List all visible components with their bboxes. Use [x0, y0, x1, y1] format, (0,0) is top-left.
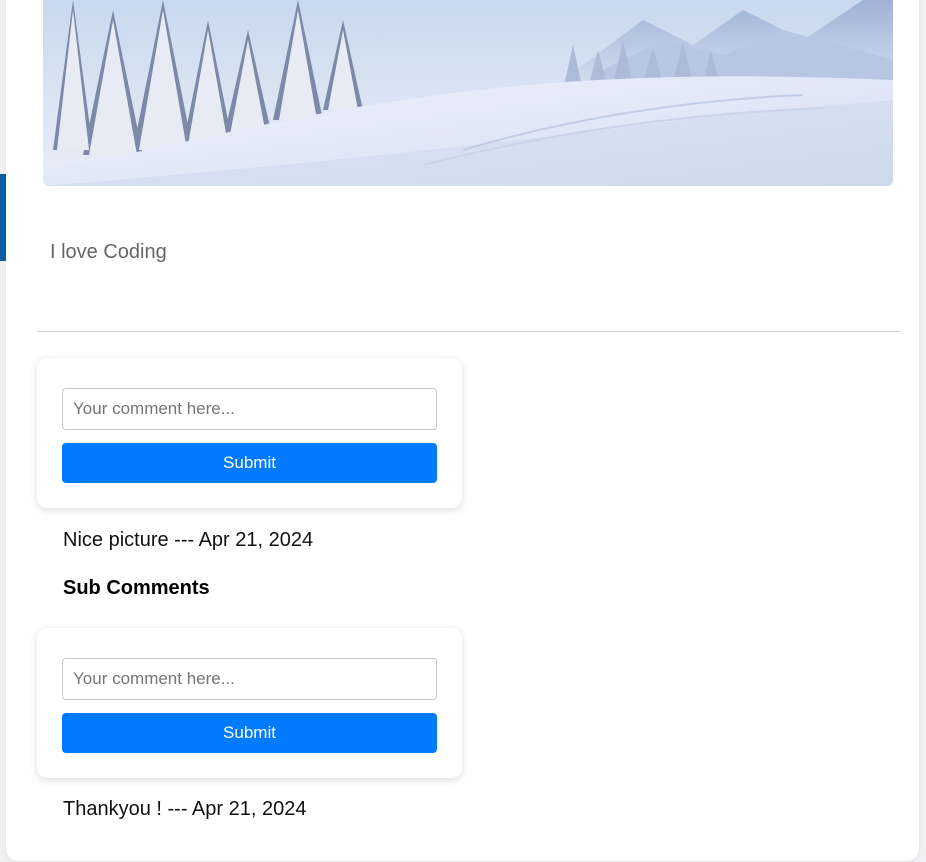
comment-form: Submit	[37, 358, 462, 508]
comment-input[interactable]	[62, 388, 437, 430]
post-text: I love Coding	[50, 241, 167, 263]
post-card: I love Coding Submit Nice picture --- Ap…	[6, 0, 919, 861]
post-card-body: I love Coding Submit Nice picture --- Ap…	[6, 0, 919, 861]
post-image	[43, 0, 893, 186]
sub-comment-form: Submit	[37, 628, 462, 778]
sub-comments-heading: Sub Comments	[63, 577, 210, 599]
sub-comment-input[interactable]	[62, 658, 437, 700]
sub-comment-item: Thankyou ! --- Apr 21, 2024	[63, 798, 307, 820]
divider	[37, 331, 900, 332]
snowy-forest-landscape-image	[43, 0, 893, 186]
sub-comment-submit-button[interactable]: Submit	[62, 713, 437, 753]
comment-item: Nice picture --- Apr 21, 2024	[63, 529, 314, 551]
comment-submit-button[interactable]: Submit	[62, 443, 437, 483]
